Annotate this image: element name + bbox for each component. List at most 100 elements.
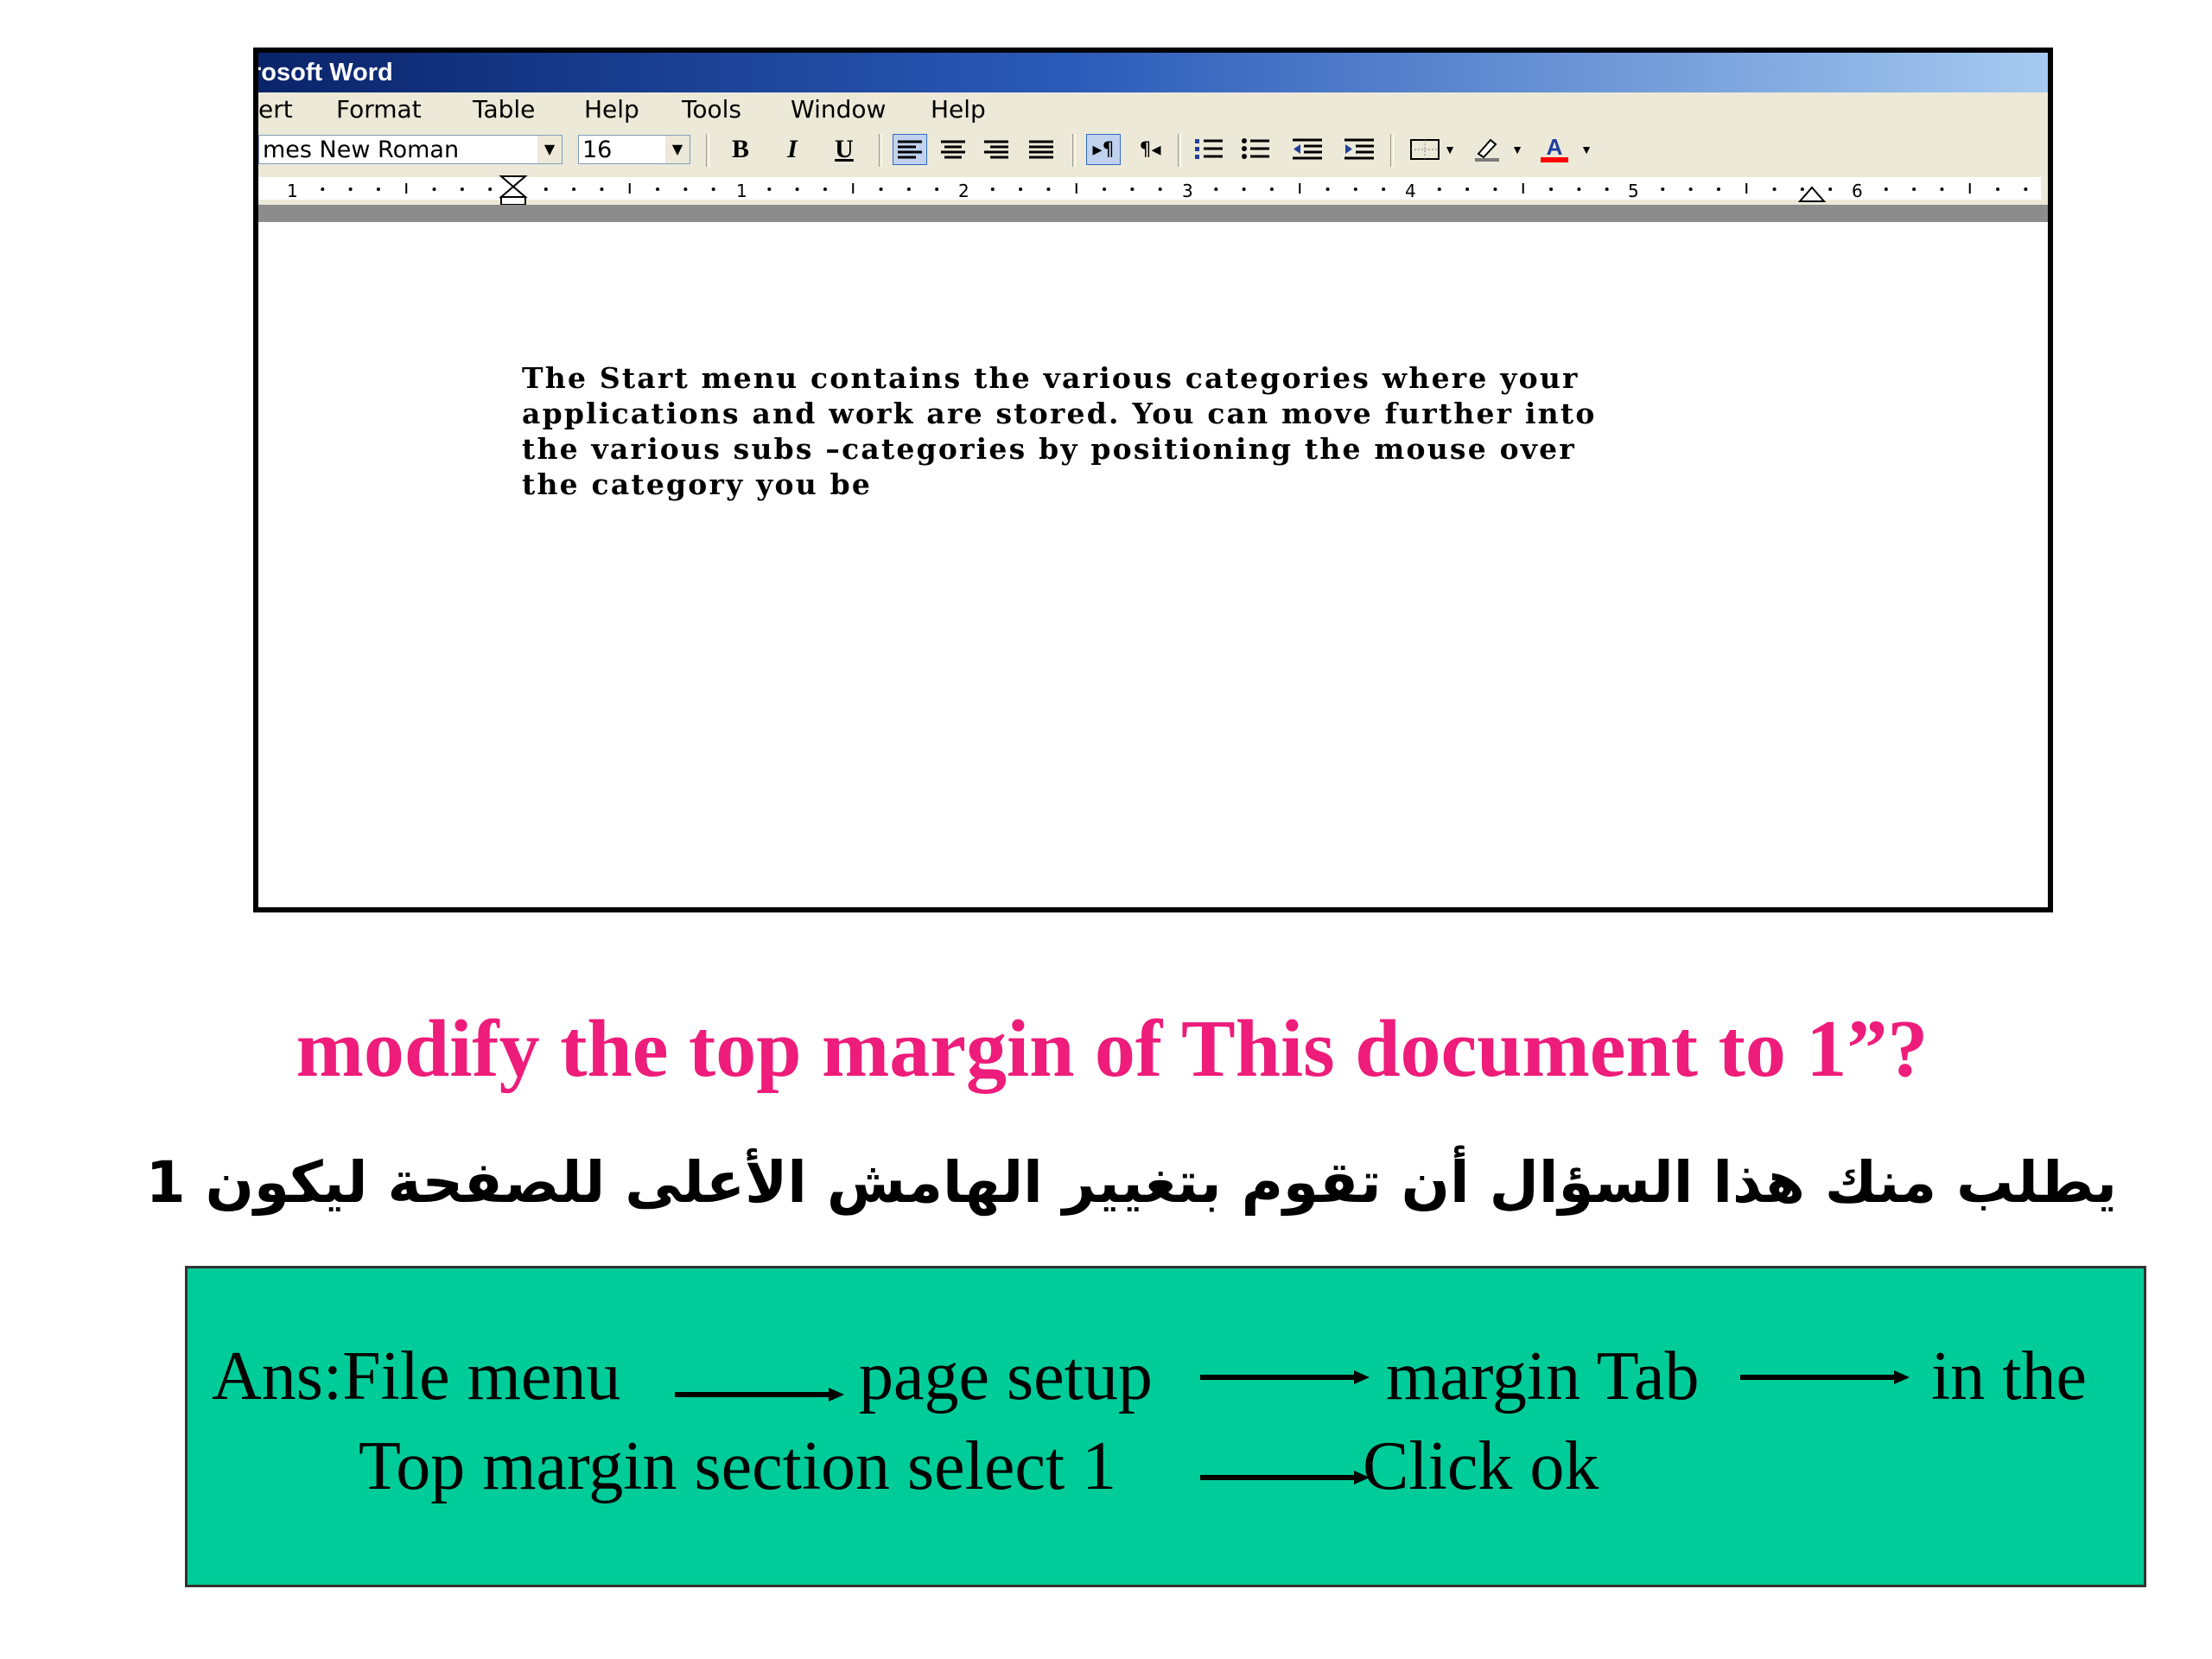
ruler-tick: [1996, 188, 2000, 191]
svg-text:A: A: [1547, 136, 1563, 160]
ruler-tick: [1353, 188, 1357, 191]
menu-help[interactable]: Help: [584, 92, 639, 127]
ruler-tick: [1019, 188, 1023, 191]
menu-format[interactable]: Format: [336, 92, 422, 127]
toolbar-separator: [879, 134, 882, 167]
menu-insert[interactable]: ert: [258, 92, 293, 127]
arrow-right-icon: [1740, 1370, 1910, 1384]
ruler[interactable]: 1 1 2 3 4 5 6: [258, 172, 2048, 206]
answer-step-click-ok: Click ok: [1363, 1428, 1599, 1504]
italic-button[interactable]: I: [775, 134, 810, 165]
font-size-value: 16: [582, 137, 613, 163]
decrease-indent-icon[interactable]: [1290, 134, 1325, 165]
ruler-tick: [1661, 188, 1665, 191]
window-title: rosoft Word: [253, 59, 393, 86]
ruler-tick: [852, 183, 855, 194]
ruler-tick: [879, 188, 883, 191]
menu-tools[interactable]: Tools: [682, 92, 741, 127]
document-text[interactable]: The Start menu contains the various cate…: [522, 360, 1991, 502]
ruler-tick: [572, 188, 576, 191]
toolbar-separator: [1178, 134, 1181, 167]
underline-button[interactable]: U: [827, 134, 861, 165]
ruler-tick: [1103, 188, 1107, 191]
ruler-tick: [1299, 183, 1301, 194]
ruler-tick: [711, 188, 715, 191]
ruler-tick: [628, 183, 631, 194]
question-title: modify the top margin of This document t…: [0, 1002, 2212, 1096]
justify-icon[interactable]: [1024, 134, 1058, 165]
ltr-icon[interactable]: ▸¶: [1086, 134, 1121, 165]
borders-icon[interactable]: [1408, 134, 1442, 165]
chevron-down-icon[interactable]: ▼: [1577, 134, 1596, 165]
answer-step-file-menu: Ans:File menu: [212, 1338, 621, 1414]
ruler-tick: [600, 188, 604, 191]
chevron-down-icon[interactable]: ▼: [665, 136, 690, 163]
ruler-number: 5: [1628, 181, 1639, 201]
chevron-down-icon[interactable]: ▼: [537, 136, 562, 163]
ruler-tick: [935, 188, 939, 191]
ruler-tick: [1158, 188, 1162, 191]
ruler-tick: [906, 188, 911, 191]
toolbar-separator: [1072, 134, 1076, 167]
ruler-tick: [656, 188, 660, 191]
align-right-icon[interactable]: [979, 134, 1014, 165]
ruler-tick: [1688, 188, 1693, 191]
ruler-tick: [990, 188, 995, 191]
font-size-combo[interactable]: 16 ▼: [578, 135, 690, 164]
answer-step-top-margin: Top margin section select 1: [359, 1428, 1117, 1504]
highlight-icon[interactable]: [1470, 134, 1504, 165]
align-center-icon[interactable]: [936, 134, 970, 165]
ruler-tick: [488, 188, 493, 191]
menu-window[interactable]: Window: [791, 92, 886, 127]
bulleted-list-icon[interactable]: [1238, 134, 1273, 165]
ruler-tick: [1325, 188, 1330, 191]
ruler-tick: [1269, 188, 1274, 191]
menu-bar: ert Format Table Help Tools Window Help: [258, 92, 2048, 127]
numbered-list-icon[interactable]: [1192, 134, 1226, 165]
font-name-value: mes New Roman: [263, 137, 460, 163]
ruler-tick: [1130, 188, 1135, 191]
increase-indent-icon[interactable]: [1342, 134, 1376, 165]
indent-marker-icon[interactable]: [498, 175, 532, 207]
answer-step-margin-tab: margin Tab: [1386, 1338, 1700, 1414]
ruler-tick: [376, 188, 380, 191]
word-window-screenshot: rosoft Word ert Format Table Help Tools …: [253, 48, 2053, 912]
ruler-tick: [767, 188, 772, 191]
ruler-tick: [432, 188, 436, 191]
ruler-tick: [2024, 188, 2028, 191]
ruler-tick: [1382, 188, 1386, 191]
font-color-icon[interactable]: A: [1537, 134, 1572, 165]
right-indent-marker-icon[interactable]: [1796, 186, 1827, 203]
ruler-tick: [1772, 188, 1777, 191]
font-name-combo[interactable]: mes New Roman ▼: [258, 135, 563, 164]
formatting-toolbar: mes New Roman ▼ 16 ▼ B I U ▸¶ ¶◂ ▼ ▼ A ▼: [258, 127, 2048, 173]
chevron-down-icon[interactable]: ▼: [1508, 134, 1527, 165]
menu-table[interactable]: Table: [473, 92, 535, 127]
ruler-shadow: [258, 205, 2048, 222]
ruler-tick: [1828, 188, 1833, 191]
ruler-tick: [321, 188, 325, 191]
ruler-tick: [1940, 188, 1944, 191]
align-left-icon[interactable]: [893, 134, 927, 165]
ruler-tick: [823, 188, 827, 191]
ruler-track: 1 1 2 3 4 5 6: [258, 175, 2041, 206]
answer-box: Ans:File menu page setup margin Tab in t…: [185, 1266, 2146, 1587]
ruler-tick: [1745, 183, 1748, 194]
chevron-down-icon[interactable]: ▼: [1440, 134, 1459, 165]
arrow-right-icon: [1200, 1471, 1370, 1484]
ruler-tick: [348, 188, 353, 191]
menu-help-2[interactable]: Help: [931, 92, 986, 127]
ruler-tick: [795, 188, 799, 191]
bold-button[interactable]: B: [723, 134, 758, 165]
arabic-question: يطلب منك هذا السؤال أن تقوم بتغيير الهام…: [145, 1149, 2117, 1216]
ruler-number: 1: [736, 181, 747, 201]
ruler-number: 2: [958, 181, 969, 201]
ruler-tick: [683, 188, 688, 191]
ruler-tick: [1968, 183, 1971, 194]
ruler-tick: [1884, 188, 1888, 191]
ruler-tick: [1716, 188, 1720, 191]
ruler-number: 3: [1182, 181, 1193, 201]
rtl-icon[interactable]: ¶◂: [1133, 134, 1167, 165]
ruler-tick: [1912, 188, 1916, 191]
document-page[interactable]: The Start menu contains the various cate…: [258, 222, 2048, 907]
